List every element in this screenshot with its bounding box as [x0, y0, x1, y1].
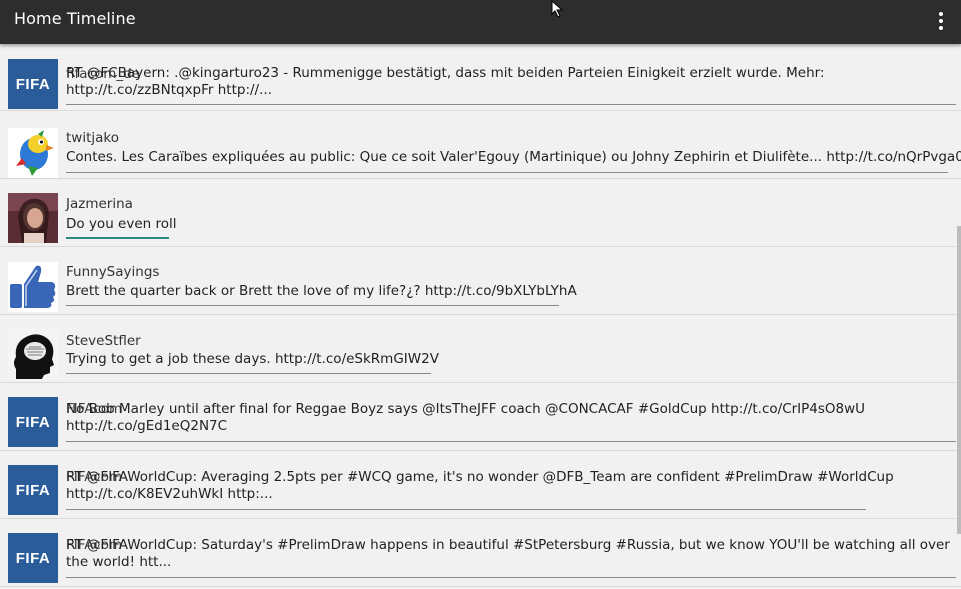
like-thumb-avatar-icon[interactable]	[8, 262, 58, 312]
tweet-username: SteveStfler	[66, 333, 141, 349]
page-title: Home Timeline	[14, 9, 136, 28]
fifa-logo-icon[interactable]: FIFA	[8, 397, 58, 447]
list-item[interactable]: Jazmerina Do you even roll	[0, 180, 961, 247]
text-underline	[66, 577, 956, 578]
list-item[interactable]: FIFA FIFAcom RT @FIFAWorldCup: Averaging…	[0, 452, 961, 519]
overflow-menu-icon[interactable]	[931, 9, 951, 33]
list-item[interactable]: FunnySayings Brett the quarter back or B…	[0, 248, 961, 315]
text-underline	[66, 104, 956, 105]
tweet-username: twitjako	[66, 130, 119, 146]
tweet-text: Contes. Les Caraïbes expliquées au publi…	[66, 149, 961, 165]
text-underline	[66, 441, 956, 442]
list-item[interactable]: twitjako Contes. Les Caraïbes expliquées…	[0, 112, 961, 179]
tweet-text: RT @FCBayern: .@kingarturo23 - Rummenigg…	[66, 65, 829, 98]
fifa-logo-icon[interactable]: FIFA	[8, 465, 58, 515]
tweet-text: RT @FIFAWorldCup: Averaging 2.5pts per #…	[66, 469, 898, 502]
list-item[interactable]: FIFA FIFAcom No Bob Marley until after f…	[0, 384, 961, 451]
text-underline	[66, 509, 866, 510]
scrollbar[interactable]	[957, 226, 961, 534]
list-item[interactable]: SteveStfler Trying to get a job these da…	[0, 316, 961, 383]
text-underline-focused	[66, 237, 169, 239]
action-bar: Home Timeline	[0, 0, 961, 44]
timeline-list[interactable]: FIFA fifacom_de RT @FCBayern: .@kingartu…	[0, 44, 961, 589]
tweet-text: Trying to get a job these days. http://t…	[66, 351, 439, 367]
fifa-logo-icon[interactable]: FIFA	[8, 59, 58, 109]
list-item[interactable]: FIFA FIFAcom RT @FIFAWorldCup: Saturday'…	[0, 520, 961, 587]
tweet-text: Brett the quarter back or Brett the love…	[66, 283, 577, 299]
tweet-text: RT @FIFAWorldCup: Saturday's #PrelimDraw…	[66, 537, 955, 570]
tweet-text[interactable]: Do you even roll	[66, 216, 177, 233]
text-underline	[66, 172, 948, 173]
fifa-logo-icon[interactable]: FIFA	[8, 533, 58, 583]
text-underline	[66, 373, 431, 374]
text-underline	[66, 305, 559, 306]
list-item[interactable]: FIFA fifacom_de RT @FCBayern: .@kingartu…	[0, 44, 961, 111]
tweet-text: No Bob Marley until after final for Regg…	[66, 401, 870, 434]
photo-avatar-icon[interactable]	[8, 193, 58, 243]
parrot-avatar-icon[interactable]	[8, 128, 58, 178]
head-silhouette-avatar-icon[interactable]	[8, 329, 58, 379]
mouse-cursor-icon	[551, 0, 564, 18]
tweet-username: FunnySayings	[66, 264, 160, 280]
tweet-username: Jazmerina	[66, 196, 133, 212]
